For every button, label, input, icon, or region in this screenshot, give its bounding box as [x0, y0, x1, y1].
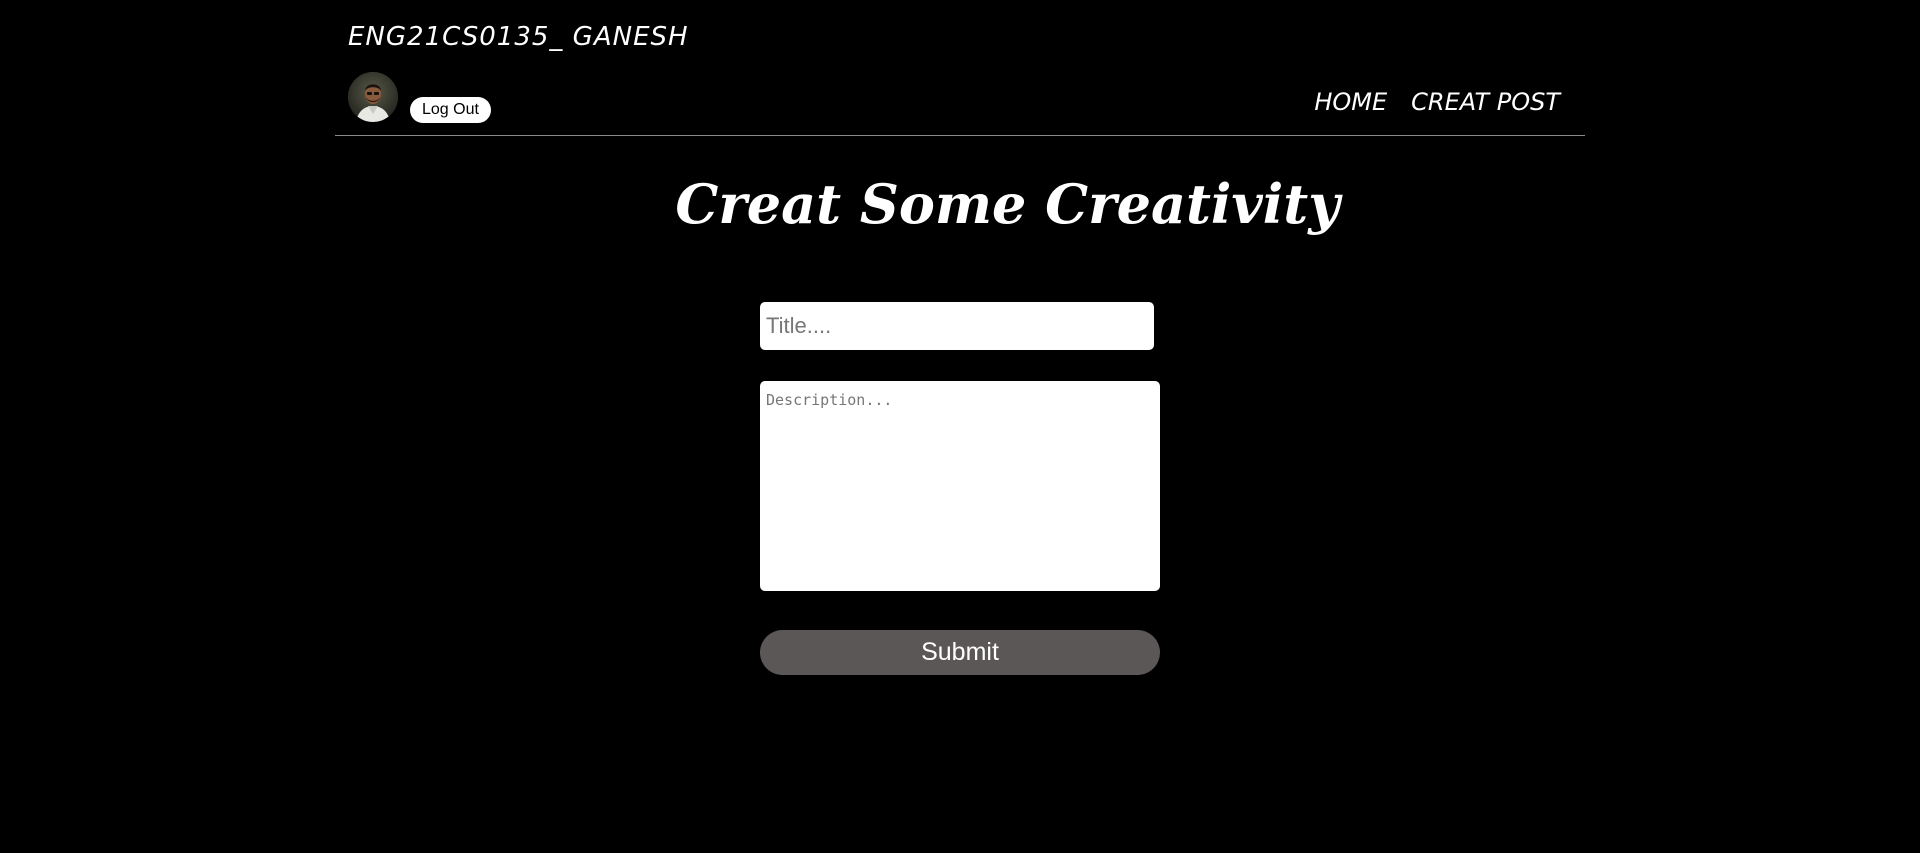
title-input[interactable]	[760, 302, 1154, 350]
nav-home-link[interactable]: HOME	[1314, 88, 1387, 116]
avatar-photo	[348, 72, 398, 122]
logout-button[interactable]: Log Out	[410, 97, 491, 123]
header: ENG21CS0135_ GANESH Log Out HOME CREAT P…	[335, 0, 1585, 136]
submit-button[interactable]: Submit	[760, 630, 1160, 675]
description-input[interactable]	[760, 381, 1160, 591]
nav-create-post-link[interactable]: CREAT POST	[1411, 88, 1560, 116]
page-title: Creat Some Creativity	[675, 172, 1340, 236]
avatar-icon	[348, 72, 398, 122]
username-label: ENG21CS0135_ GANESH	[348, 22, 689, 52]
create-post-page: ENG21CS0135_ GANESH Log Out HOME CREAT P…	[0, 0, 1920, 853]
main-nav: HOME CREAT POST	[1314, 88, 1560, 116]
